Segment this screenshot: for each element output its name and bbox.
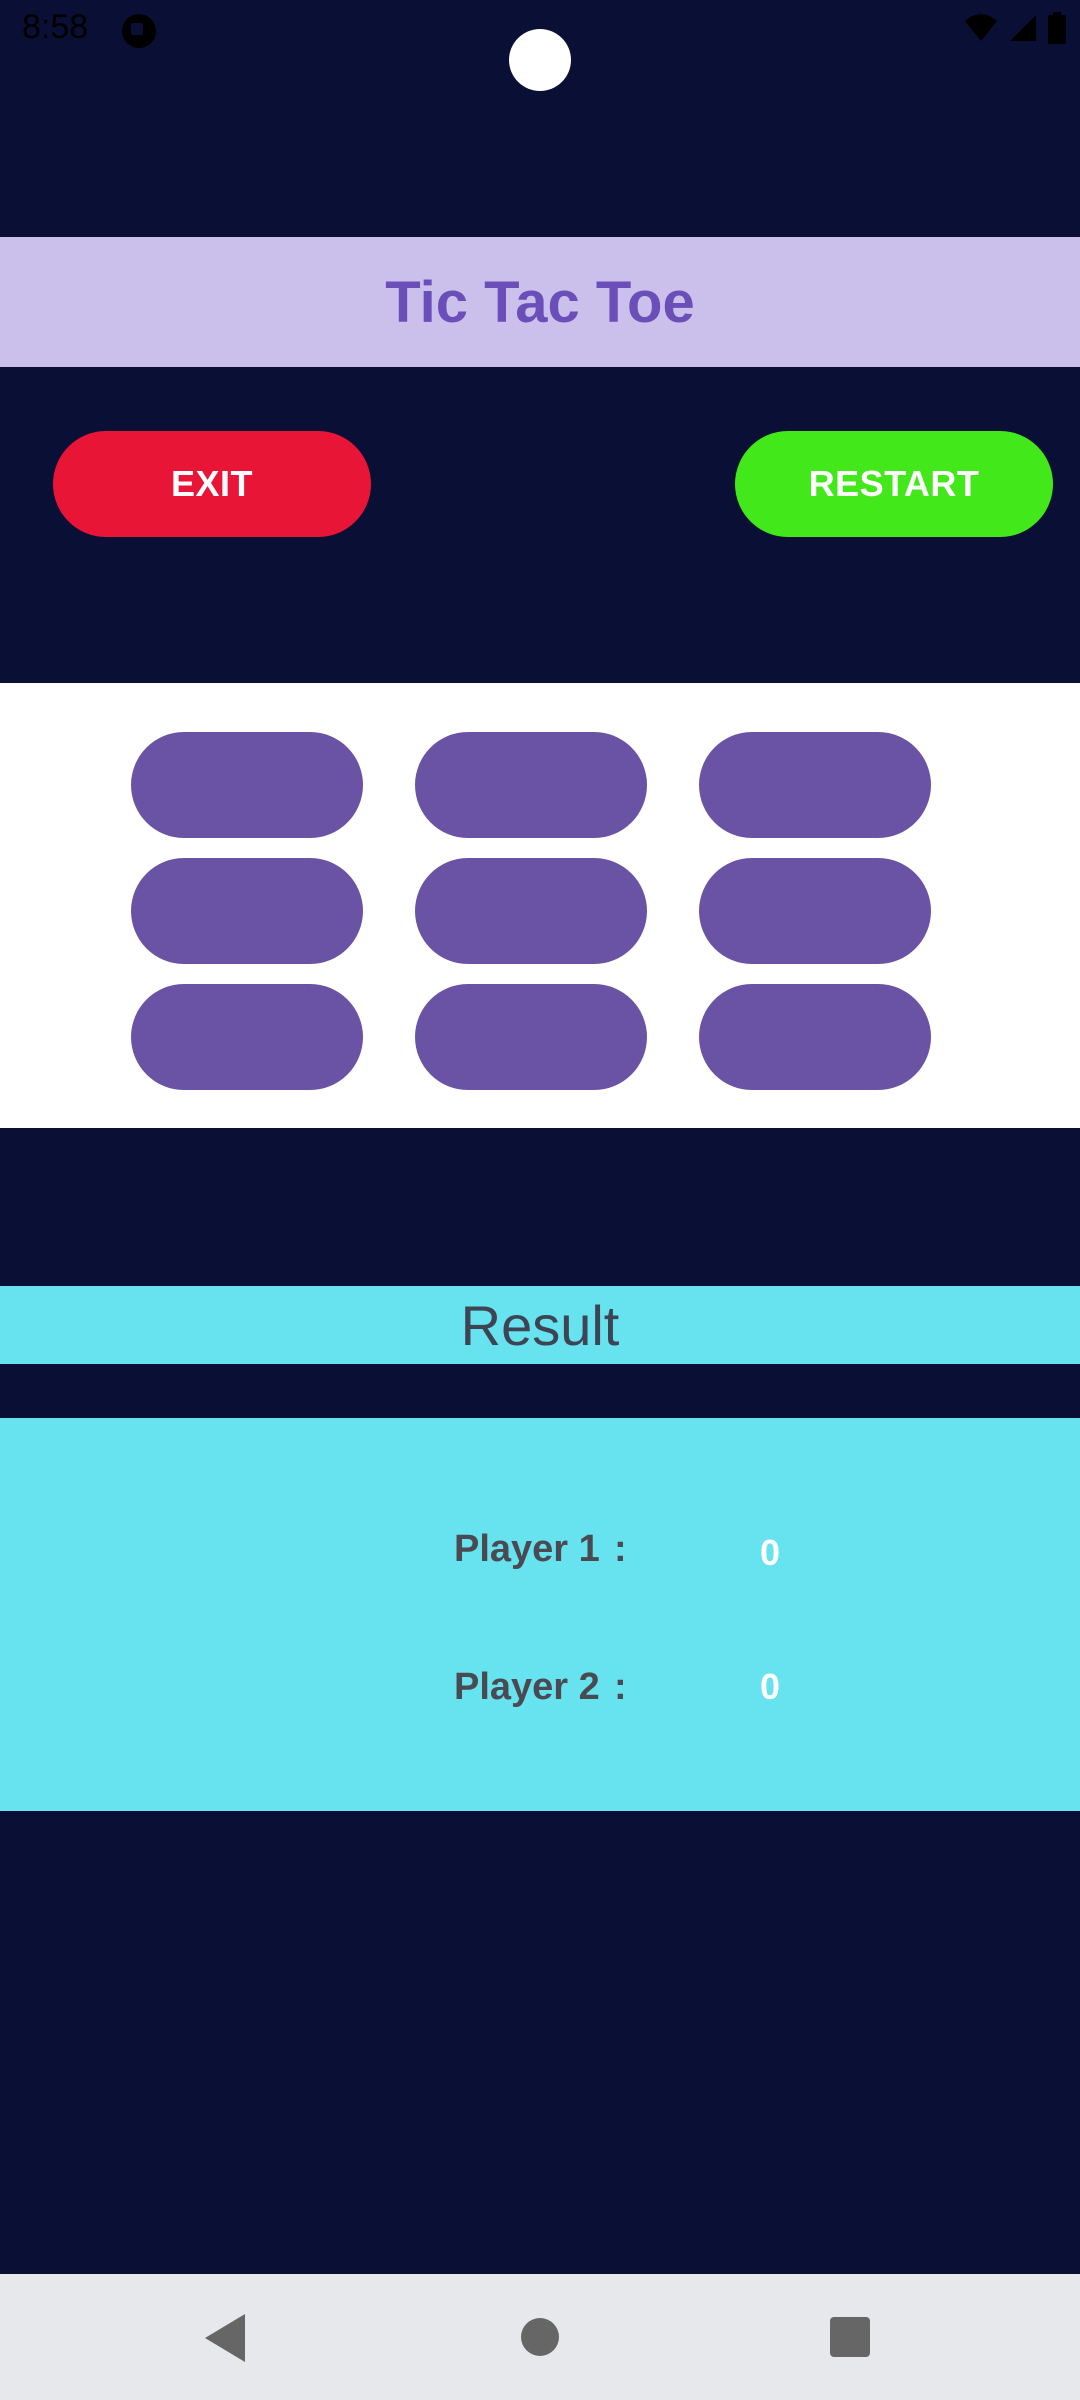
player-2-label: Player 2	[454, 1666, 600, 1708]
app-notification-icon	[122, 14, 156, 48]
score-panel: Player 1 : 0 Player 2 : 0	[0, 1418, 1080, 1811]
battery-icon	[1048, 12, 1066, 44]
player-1-label: Player 1	[454, 1528, 600, 1570]
wifi-icon	[965, 14, 997, 41]
camera-cutout	[509, 29, 571, 91]
player-2-separator: :	[614, 1666, 627, 1708]
player-1-separator: :	[614, 1528, 627, 1570]
board-cell-4[interactable]	[131, 858, 363, 964]
board-cell-8[interactable]	[415, 984, 647, 1090]
result-banner: Result	[0, 1286, 1080, 1364]
game-board	[0, 683, 1080, 1128]
exit-button[interactable]: EXIT	[53, 431, 371, 537]
status-icons	[964, 12, 1066, 44]
title-banner: Tic Tac Toe	[0, 237, 1080, 367]
navigation-bar	[0, 2274, 1080, 2400]
home-icon[interactable]	[521, 2318, 559, 2356]
restart-button[interactable]: RESTART	[735, 431, 1053, 537]
board-cell-1[interactable]	[131, 732, 363, 838]
status-time: 8:58	[22, 8, 89, 46]
player-1-score: 0	[760, 1532, 781, 1573]
app-title: Tic Tac Toe	[385, 269, 695, 335]
board-cell-9[interactable]	[699, 984, 931, 1090]
back-icon[interactable]	[205, 2314, 245, 2362]
board-cell-7[interactable]	[131, 984, 363, 1090]
result-heading: Result	[460, 1293, 620, 1357]
player-2-score: 0	[760, 1666, 781, 1707]
board-cell-6[interactable]	[699, 858, 931, 964]
board-cell-3[interactable]	[699, 732, 931, 838]
recents-icon[interactable]	[830, 2317, 870, 2357]
board-cell-5[interactable]	[415, 858, 647, 964]
cell-signal-icon	[1010, 15, 1036, 41]
board-cell-2[interactable]	[415, 732, 647, 838]
